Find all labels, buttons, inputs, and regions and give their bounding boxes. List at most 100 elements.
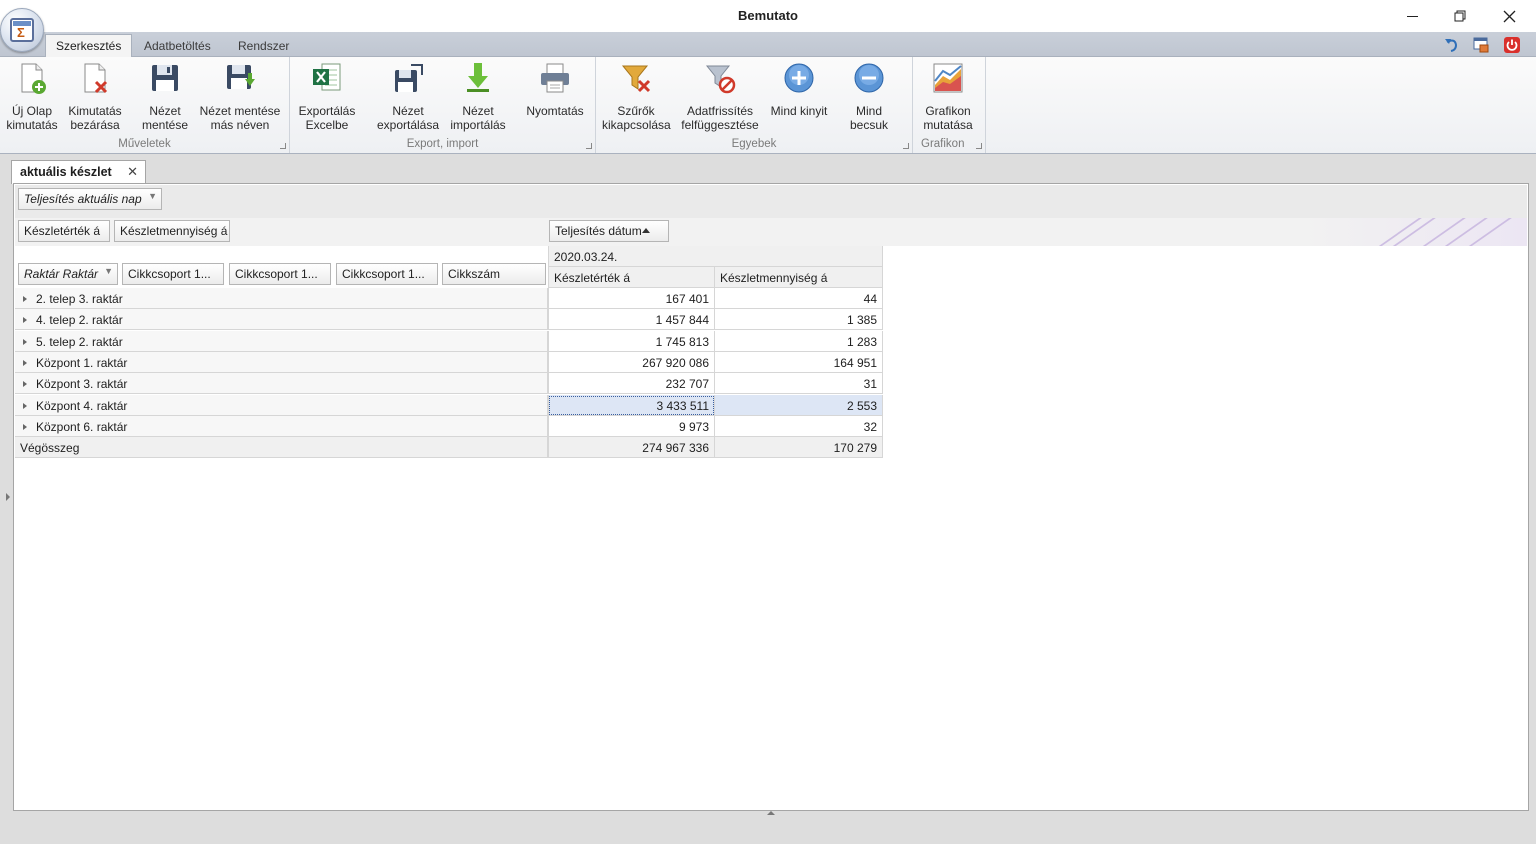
minimize-button[interactable]	[1389, 0, 1435, 32]
pivot-grid-container: Teljesítés aktuális nap ▼ Készletérték á…	[13, 183, 1529, 811]
expand-row-icon[interactable]	[23, 339, 27, 346]
table-row-header[interactable]: Központ 3. raktár	[15, 373, 548, 394]
row-field-cikkcsoport-1[interactable]: Cikkcsoport 1...	[122, 263, 224, 285]
row-filter-funnel-icon[interactable]: ▼	[104, 266, 113, 276]
document-tab-close-icon[interactable]: ✕	[127, 164, 138, 180]
column-field-teljesites-datum[interactable]: Teljesítés dátum	[549, 220, 669, 242]
table-row-header[interactable]: Központ 4. raktár	[15, 395, 548, 416]
ribbon-group-grafikon: Grafikon mutatása Grafikon	[913, 57, 986, 153]
table-row-header[interactable]: 4. telep 2. raktár	[15, 309, 548, 330]
close-pivot-button[interactable]: Kimutatás bezárása	[65, 61, 125, 132]
group-label-egyebek: Egyebek	[731, 138, 777, 150]
table-cell-value[interactable]: 3 433 511	[548, 395, 715, 416]
save-view-icon	[152, 65, 178, 91]
expand-all-button[interactable]: Mind kinyit	[768, 61, 830, 118]
table-row-header[interactable]: Központ 1. raktár	[15, 352, 548, 373]
expand-all-label: Mind kinyit	[770, 104, 828, 118]
expand-row-icon[interactable]	[23, 317, 27, 324]
table-cell-value[interactable]: 9 973	[548, 416, 715, 437]
power-icon[interactable]	[1503, 36, 1521, 54]
column-header-date[interactable]: 2020.03.24.	[548, 246, 883, 267]
tab-szerkesztes[interactable]: Szerkesztés	[45, 34, 133, 58]
table-cell-quantity[interactable]: 1 385	[715, 309, 883, 330]
ribbon-group-muveletek: Új Olap kimutatás Kimutatás bezárása Nézet…	[0, 57, 290, 153]
table-cell-quantity[interactable]: 1 283	[715, 331, 883, 352]
splitter-arrow-icon[interactable]	[767, 811, 775, 815]
save-view-as-label: Nézet mentése más néven	[199, 104, 281, 132]
minimize-icon	[1406, 15, 1418, 17]
window-title: Bemutato	[738, 8, 798, 23]
table-cell-value[interactable]: 267 920 086	[548, 352, 715, 373]
suspend-refresh-button[interactable]: Adatfrissítés felfüggesztése	[680, 61, 760, 132]
table-row-header[interactable]: Központ 6. raktár	[15, 416, 548, 437]
expand-row-icon[interactable]	[23, 360, 27, 367]
export-view-button[interactable]: Nézet exportálása	[374, 61, 442, 132]
expand-row-icon[interactable]	[23, 381, 27, 388]
expand-row-icon[interactable]	[23, 296, 27, 303]
group-launcher-muveletek[interactable]	[280, 143, 286, 149]
group-label-grafikon: Grafikon	[921, 138, 965, 150]
data-field-keszletertek[interactable]: Készletérték á	[18, 220, 110, 242]
application-menu-button[interactable]	[0, 8, 44, 52]
group-launcher-grafikon[interactable]	[976, 143, 982, 149]
filters-off-label: Szűrők kikapcsolása	[602, 104, 671, 132]
table-row-header[interactable]: 2. telep 3. raktár	[15, 288, 548, 309]
new-olap-button[interactable]: Új Olap kimutatás	[4, 61, 60, 132]
row-field-cikkcsoport-2[interactable]: Cikkcsoport 1...	[229, 263, 331, 285]
table-cell-value[interactable]: 1 457 844	[548, 309, 715, 330]
document-tab[interactable]: aktuális készlet ✕	[11, 160, 146, 184]
grand-total-value[interactable]: 274 967 336	[548, 437, 715, 458]
data-field-keszletmennyiseg[interactable]: Készletmennyiség á	[114, 220, 230, 242]
table-cell-quantity[interactable]: 164 951	[715, 352, 883, 373]
expand-row-icon[interactable]	[23, 403, 27, 410]
app-logo-icon	[10, 18, 34, 42]
filters-off-button[interactable]: Szűrők kikapcsolása	[602, 61, 671, 132]
save-view-as-button[interactable]: Nézet mentése más néven	[198, 61, 282, 132]
table-cell-quantity[interactable]: 31	[715, 373, 883, 394]
export-excel-button[interactable]: Exportálás Excelbe	[296, 61, 358, 132]
export-view-icon	[395, 64, 423, 92]
undo-icon[interactable]	[1443, 36, 1461, 54]
print-button[interactable]: Nyomtatás	[522, 61, 588, 118]
suspend-refresh-icon	[705, 65, 736, 94]
table-cell-quantity[interactable]: 32	[715, 416, 883, 437]
collapse-all-button[interactable]: Mind becsuk	[836, 61, 902, 132]
show-chart-button[interactable]: Grafikon mutatása	[917, 61, 979, 132]
window-layout-icon[interactable]	[1472, 36, 1490, 54]
table-row-header[interactable]: 5. telep 2. raktár	[15, 331, 548, 352]
chart-icon	[933, 63, 963, 93]
expand-all-icon	[784, 63, 814, 93]
filter-field-teljesites-aktualis-nap[interactable]: Teljesítés aktuális nap ▼	[18, 188, 162, 210]
table-cell-quantity[interactable]: 44	[715, 288, 883, 309]
row-field-cikkszam[interactable]: Cikkszám	[442, 263, 546, 285]
suspend-refresh-label: Adatfrissítés felfüggesztése	[681, 104, 759, 132]
measure-header-keszletmennyiseg: Készletmennyiség á	[715, 267, 883, 288]
table-cell-value[interactable]: 1 745 813	[548, 331, 715, 352]
restore-button[interactable]	[1437, 0, 1483, 32]
close-pivot-label: Kimutatás bezárása	[68, 104, 122, 132]
row-field-cikkcsoport-3[interactable]: Cikkcsoport 1...	[336, 263, 438, 285]
save-view-label: Nézet mentése	[141, 104, 189, 132]
row-field-raktar[interactable]: Raktár Raktár ▼	[18, 263, 118, 285]
tab-rendszer[interactable]: Rendszer	[228, 35, 299, 57]
group-launcher-egyebek[interactable]	[903, 143, 909, 149]
grand-total-quantity[interactable]: 170 279	[715, 437, 883, 458]
group-launcher-export[interactable]	[586, 143, 592, 149]
new-pivot-icon	[21, 63, 46, 94]
import-view-button[interactable]: Nézet importálás	[446, 61, 510, 132]
export-view-label: Nézet exportálása	[376, 104, 440, 132]
expand-row-icon[interactable]	[23, 424, 27, 431]
ribbon-group-export: Exportálás Excelbe Nézet exportálása Nézet…	[290, 57, 596, 153]
collapse-all-label: Mind becsuk	[849, 104, 889, 132]
export-excel-label: Exportálás Excelbe	[298, 104, 356, 132]
ribbon-group-egyebek: Szűrők kikapcsolása Adatfrissítés felfügge…	[596, 57, 913, 153]
filter-funnel-icon[interactable]: ▼	[148, 191, 157, 201]
tab-adatbetoltes[interactable]: Adatbetöltés	[134, 35, 221, 57]
table-cell-value[interactable]: 232 707	[548, 373, 715, 394]
table-cell-quantity[interactable]: 2 553	[715, 395, 883, 416]
close-button[interactable]	[1486, 0, 1532, 32]
table-cell-value[interactable]: 167 401	[548, 288, 715, 309]
save-view-button[interactable]: Nézet mentése	[136, 61, 194, 132]
ribbon: Új Olap kimutatás Kimutatás bezárása Nézet…	[0, 57, 1536, 154]
side-panel-arrow-icon[interactable]	[6, 493, 10, 501]
